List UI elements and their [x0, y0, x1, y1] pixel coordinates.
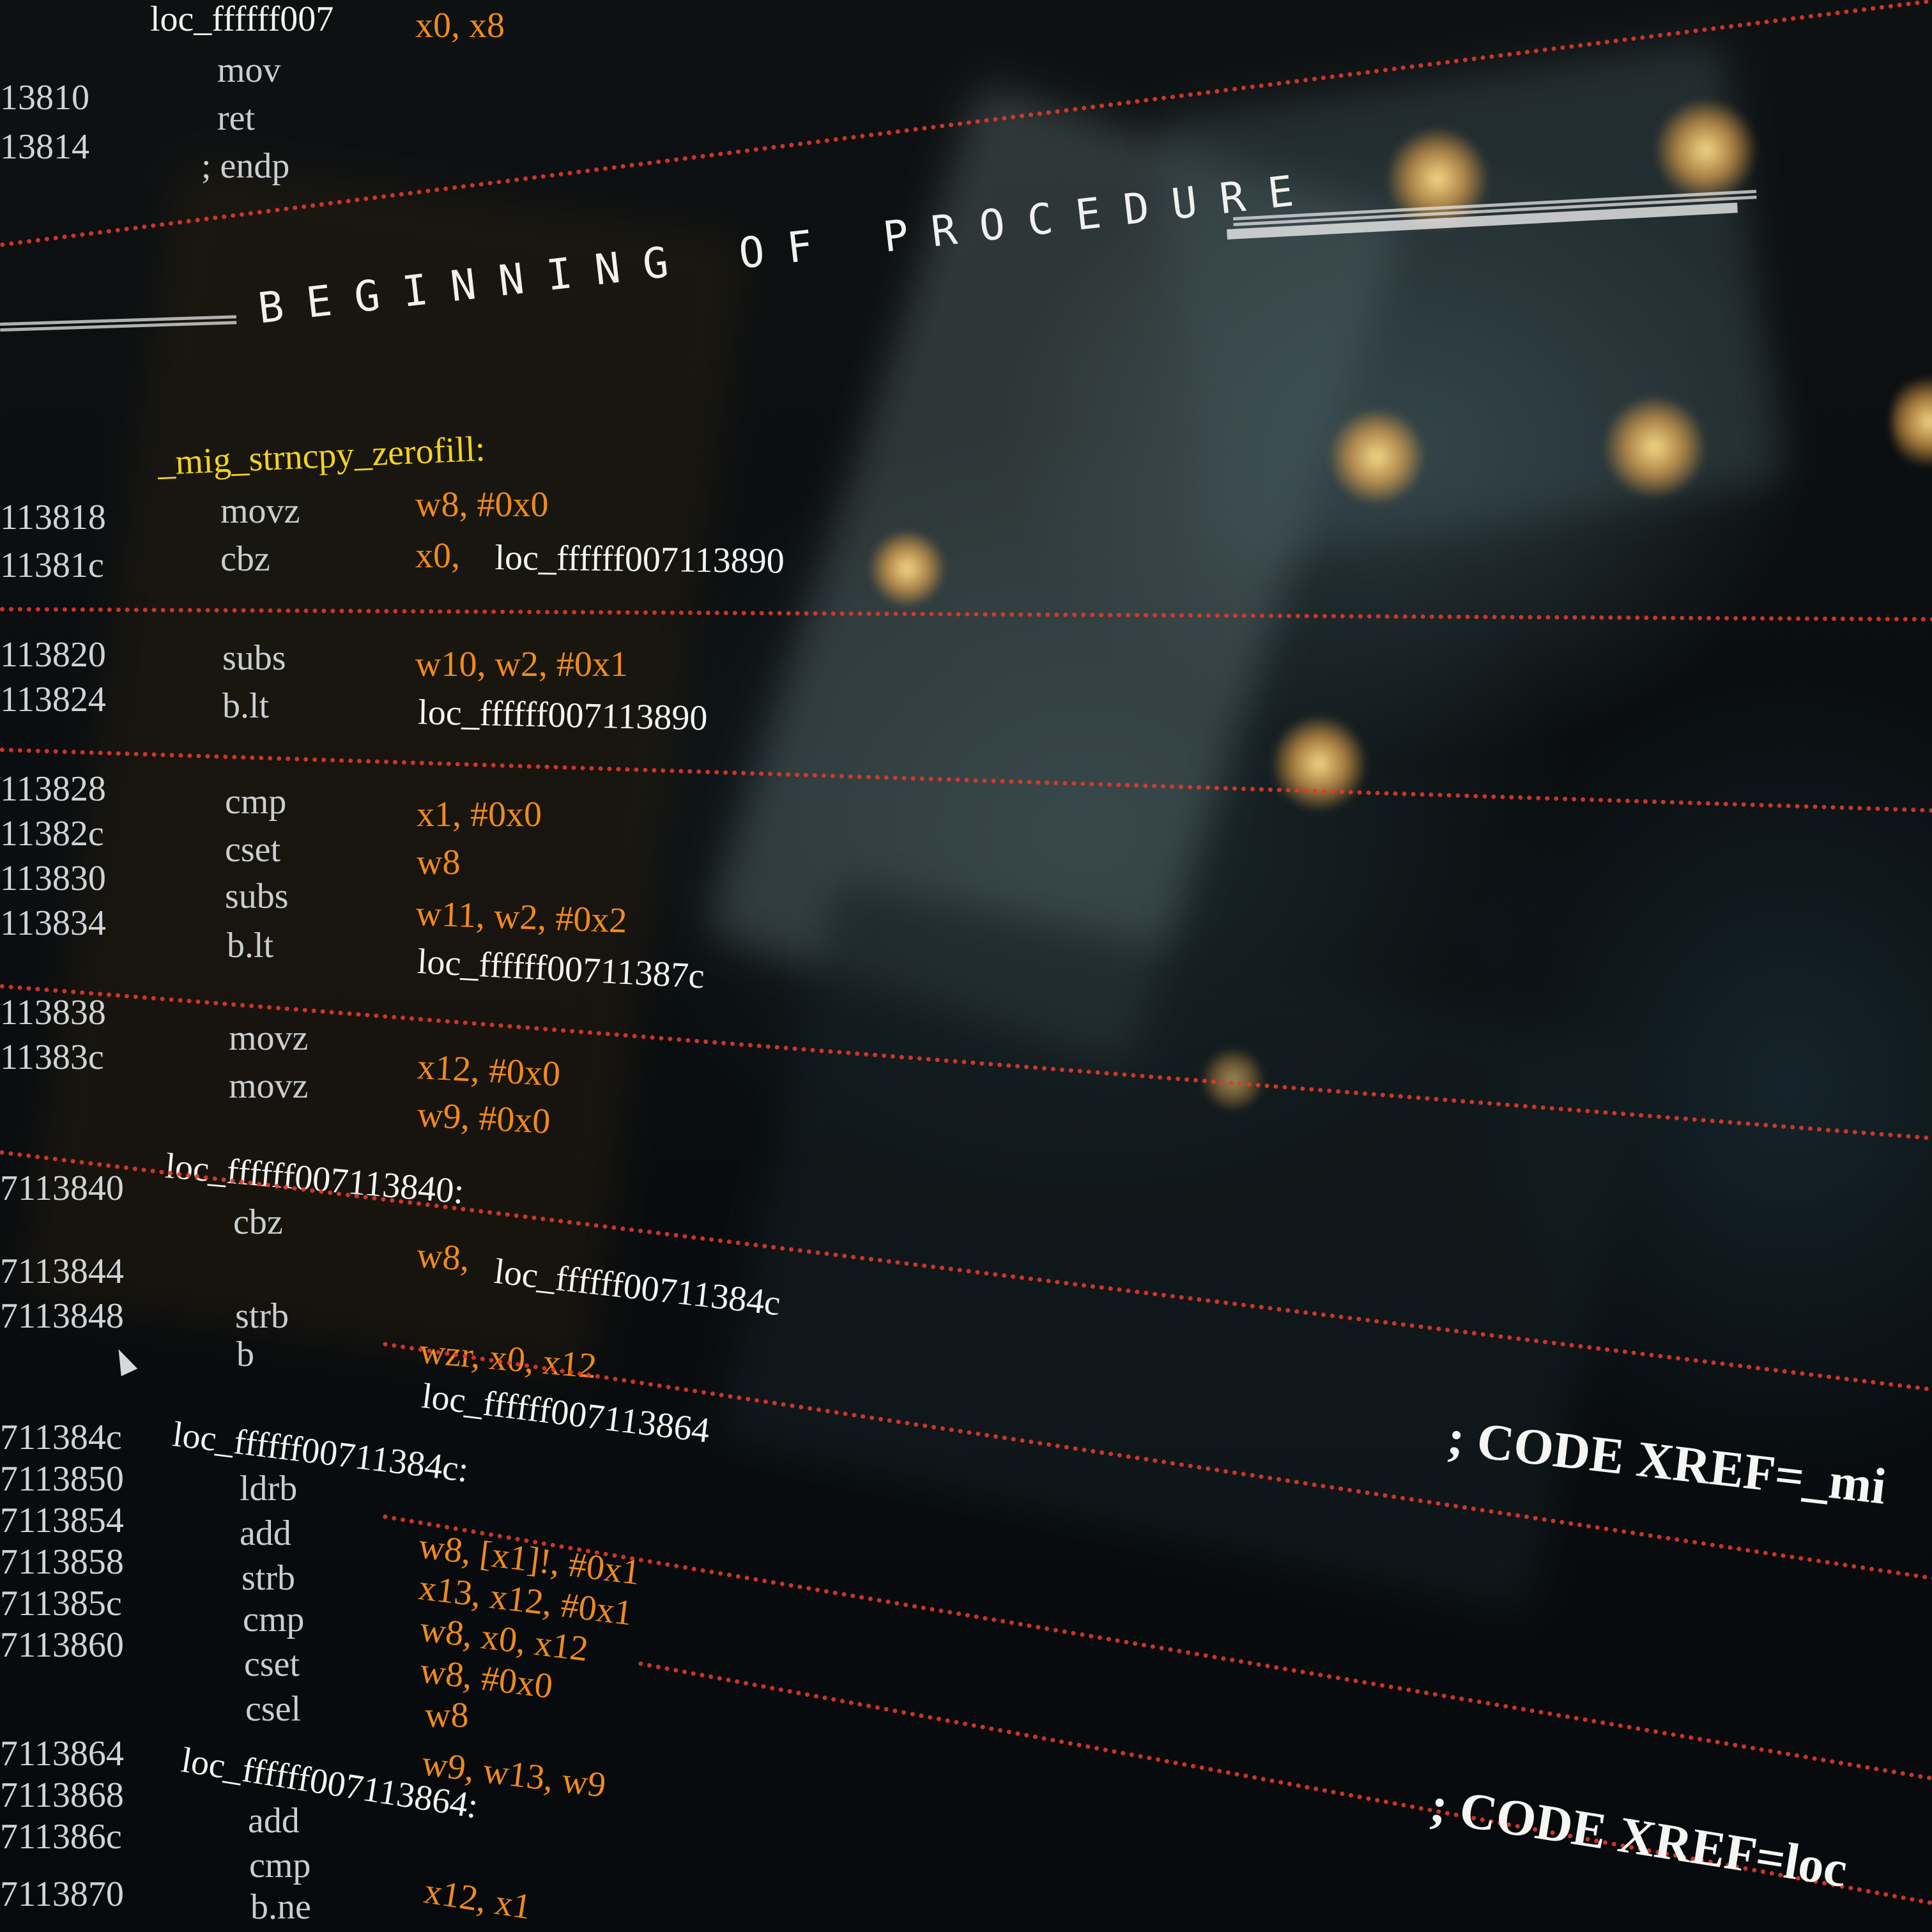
- mnemonic: add: [240, 1514, 291, 1553]
- instruction-operands: w8,: [415, 1235, 471, 1279]
- address: 113838: [0, 993, 106, 1032]
- bokeh-light: [1891, 371, 1932, 473]
- address: 11382c: [0, 814, 104, 854]
- instruction-operands: x12, #0x0: [416, 1046, 562, 1094]
- address: 7113850: [0, 1459, 124, 1499]
- address: 7113848: [0, 1296, 124, 1336]
- mnemonic: cbz: [220, 539, 270, 579]
- mnemonic: cbz: [233, 1202, 283, 1242]
- address: 113818: [0, 498, 106, 537]
- address: 7113868: [0, 1775, 124, 1815]
- mnemonic: strb: [241, 1558, 295, 1598]
- address: 11383c: [0, 1038, 104, 1077]
- address: 7113840: [0, 1169, 124, 1208]
- address: 113830: [0, 859, 106, 898]
- mnemonic: cmp: [249, 1846, 311, 1885]
- mnemonic: cmp: [225, 782, 287, 822]
- bokeh-light: [1655, 99, 1757, 201]
- address: 13810: [0, 78, 89, 118]
- address: 7113864: [0, 1734, 124, 1774]
- mnemonic: csel: [245, 1689, 302, 1729]
- mnemonic: movz: [220, 491, 300, 531]
- mnemonic: b.lt: [222, 686, 270, 726]
- address: 113824: [0, 680, 106, 719]
- block-separator: [382, 1514, 1932, 1796]
- mouse-cursor-icon: [110, 1345, 138, 1377]
- address: 11381c: [0, 546, 104, 585]
- code-label: loc_ffffff007: [150, 0, 334, 39]
- mnemonic: cset: [244, 1644, 300, 1684]
- mnemonic: mov: [217, 50, 281, 90]
- address: 7113844: [0, 1252, 124, 1291]
- mnemonic: b: [236, 1335, 254, 1374]
- bokeh-light: [1604, 396, 1706, 498]
- address: 113820: [0, 635, 106, 675]
- mnemonic: add: [248, 1801, 300, 1841]
- address: 711384c: [0, 1418, 122, 1457]
- bokeh-light: [869, 530, 946, 607]
- xref-comment[interactable]: ; CODE XREF=loc: [1427, 1777, 1851, 1898]
- branch-target[interactable]: loc_ffffff007113890: [494, 535, 785, 584]
- branch-target[interactable]: loc_ffffff007113890: [418, 690, 709, 740]
- address: 113828: [0, 769, 106, 809]
- instruction-operands: x0, x8: [415, 6, 505, 45]
- instruction-operands: w9, #0x0: [416, 1094, 551, 1142]
- instruction-operands: w8, #0x0: [415, 485, 549, 525]
- mnemonic: b.ne: [250, 1887, 311, 1927]
- mnemonic: subs: [222, 638, 286, 678]
- address: 711385c: [0, 1584, 122, 1623]
- mnemonic: cmp: [243, 1600, 305, 1639]
- mnemonic: b.lt: [227, 926, 274, 965]
- address: 7113870: [0, 1874, 124, 1914]
- instruction-operands: x12, x1: [421, 1871, 534, 1928]
- code-label[interactable]: loc_ffffff00711384c:: [170, 1412, 471, 1492]
- bokeh-light: [1271, 716, 1367, 811]
- mnemonic: ldrb: [240, 1469, 298, 1508]
- mnemonic: movz: [229, 1066, 309, 1106]
- address: 7113858: [0, 1542, 124, 1582]
- instruction-operands: w8: [417, 843, 461, 882]
- address: 7113860: [0, 1625, 124, 1665]
- bokeh-light: [1329, 409, 1425, 505]
- address: 711386c: [0, 1817, 122, 1857]
- mnemonic: movz: [229, 1018, 309, 1058]
- block-separator: [638, 1661, 1932, 1922]
- mnemonic: cset: [225, 830, 281, 870]
- background-reflection: [716, 878, 1648, 1614]
- address: 13814: [0, 127, 89, 167]
- instruction-operands: w11, w2, #0x2: [415, 893, 628, 941]
- instruction-operands: x0,: [415, 536, 460, 576]
- instruction-operands: w8: [425, 1696, 469, 1735]
- mnemonic: subs: [225, 877, 289, 916]
- address: 7113854: [0, 1501, 124, 1540]
- instruction-operands: x1, #0x0: [417, 795, 542, 834]
- photo-of-disassembler-screen: loc_ffffff007 x0, x8 13810 mov 13814 ret…: [0, 0, 1932, 1932]
- instruction-operands: w10, w2, #0x1: [415, 645, 628, 684]
- comment-endp: ; endp: [201, 146, 290, 186]
- mnemonic: ret: [217, 98, 256, 138]
- address: 113834: [0, 903, 106, 943]
